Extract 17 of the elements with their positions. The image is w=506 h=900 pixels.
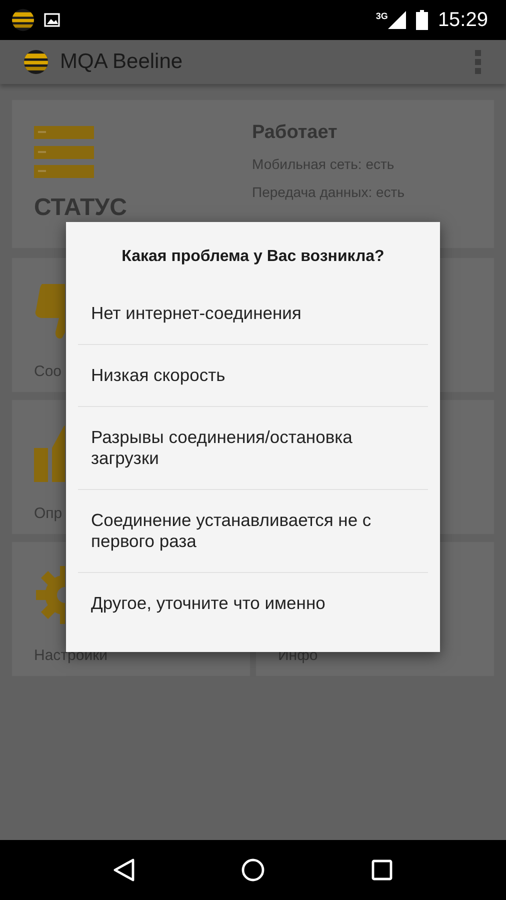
beeline-logo-icon <box>12 9 34 31</box>
problem-option[interactable]: Соединение устанавливается не с первого раза <box>78 489 428 572</box>
battery-icon <box>416 10 428 30</box>
image-icon <box>44 13 60 27</box>
beeline-logo-icon <box>24 50 48 74</box>
dialog-title: Какая проблема у Вас возникла? <box>122 248 384 266</box>
network-type: 3G <box>376 11 388 21</box>
back-icon[interactable] <box>113 858 135 882</box>
recents-icon[interactable] <box>371 859 393 881</box>
signal-icon <box>388 11 406 29</box>
problem-option[interactable]: Низкая скорость <box>78 344 428 406</box>
problem-option[interactable]: Другое, уточните что именно <box>78 572 428 634</box>
home-icon[interactable] <box>241 858 265 882</box>
app-title: MQA Beeline <box>60 50 184 74</box>
problem-option[interactable]: Разрывы соединения/остановка загрузки <box>78 406 428 489</box>
clock: 15:29 <box>438 8 488 32</box>
problem-option[interactable]: Нет интернет-соединения <box>78 283 428 344</box>
